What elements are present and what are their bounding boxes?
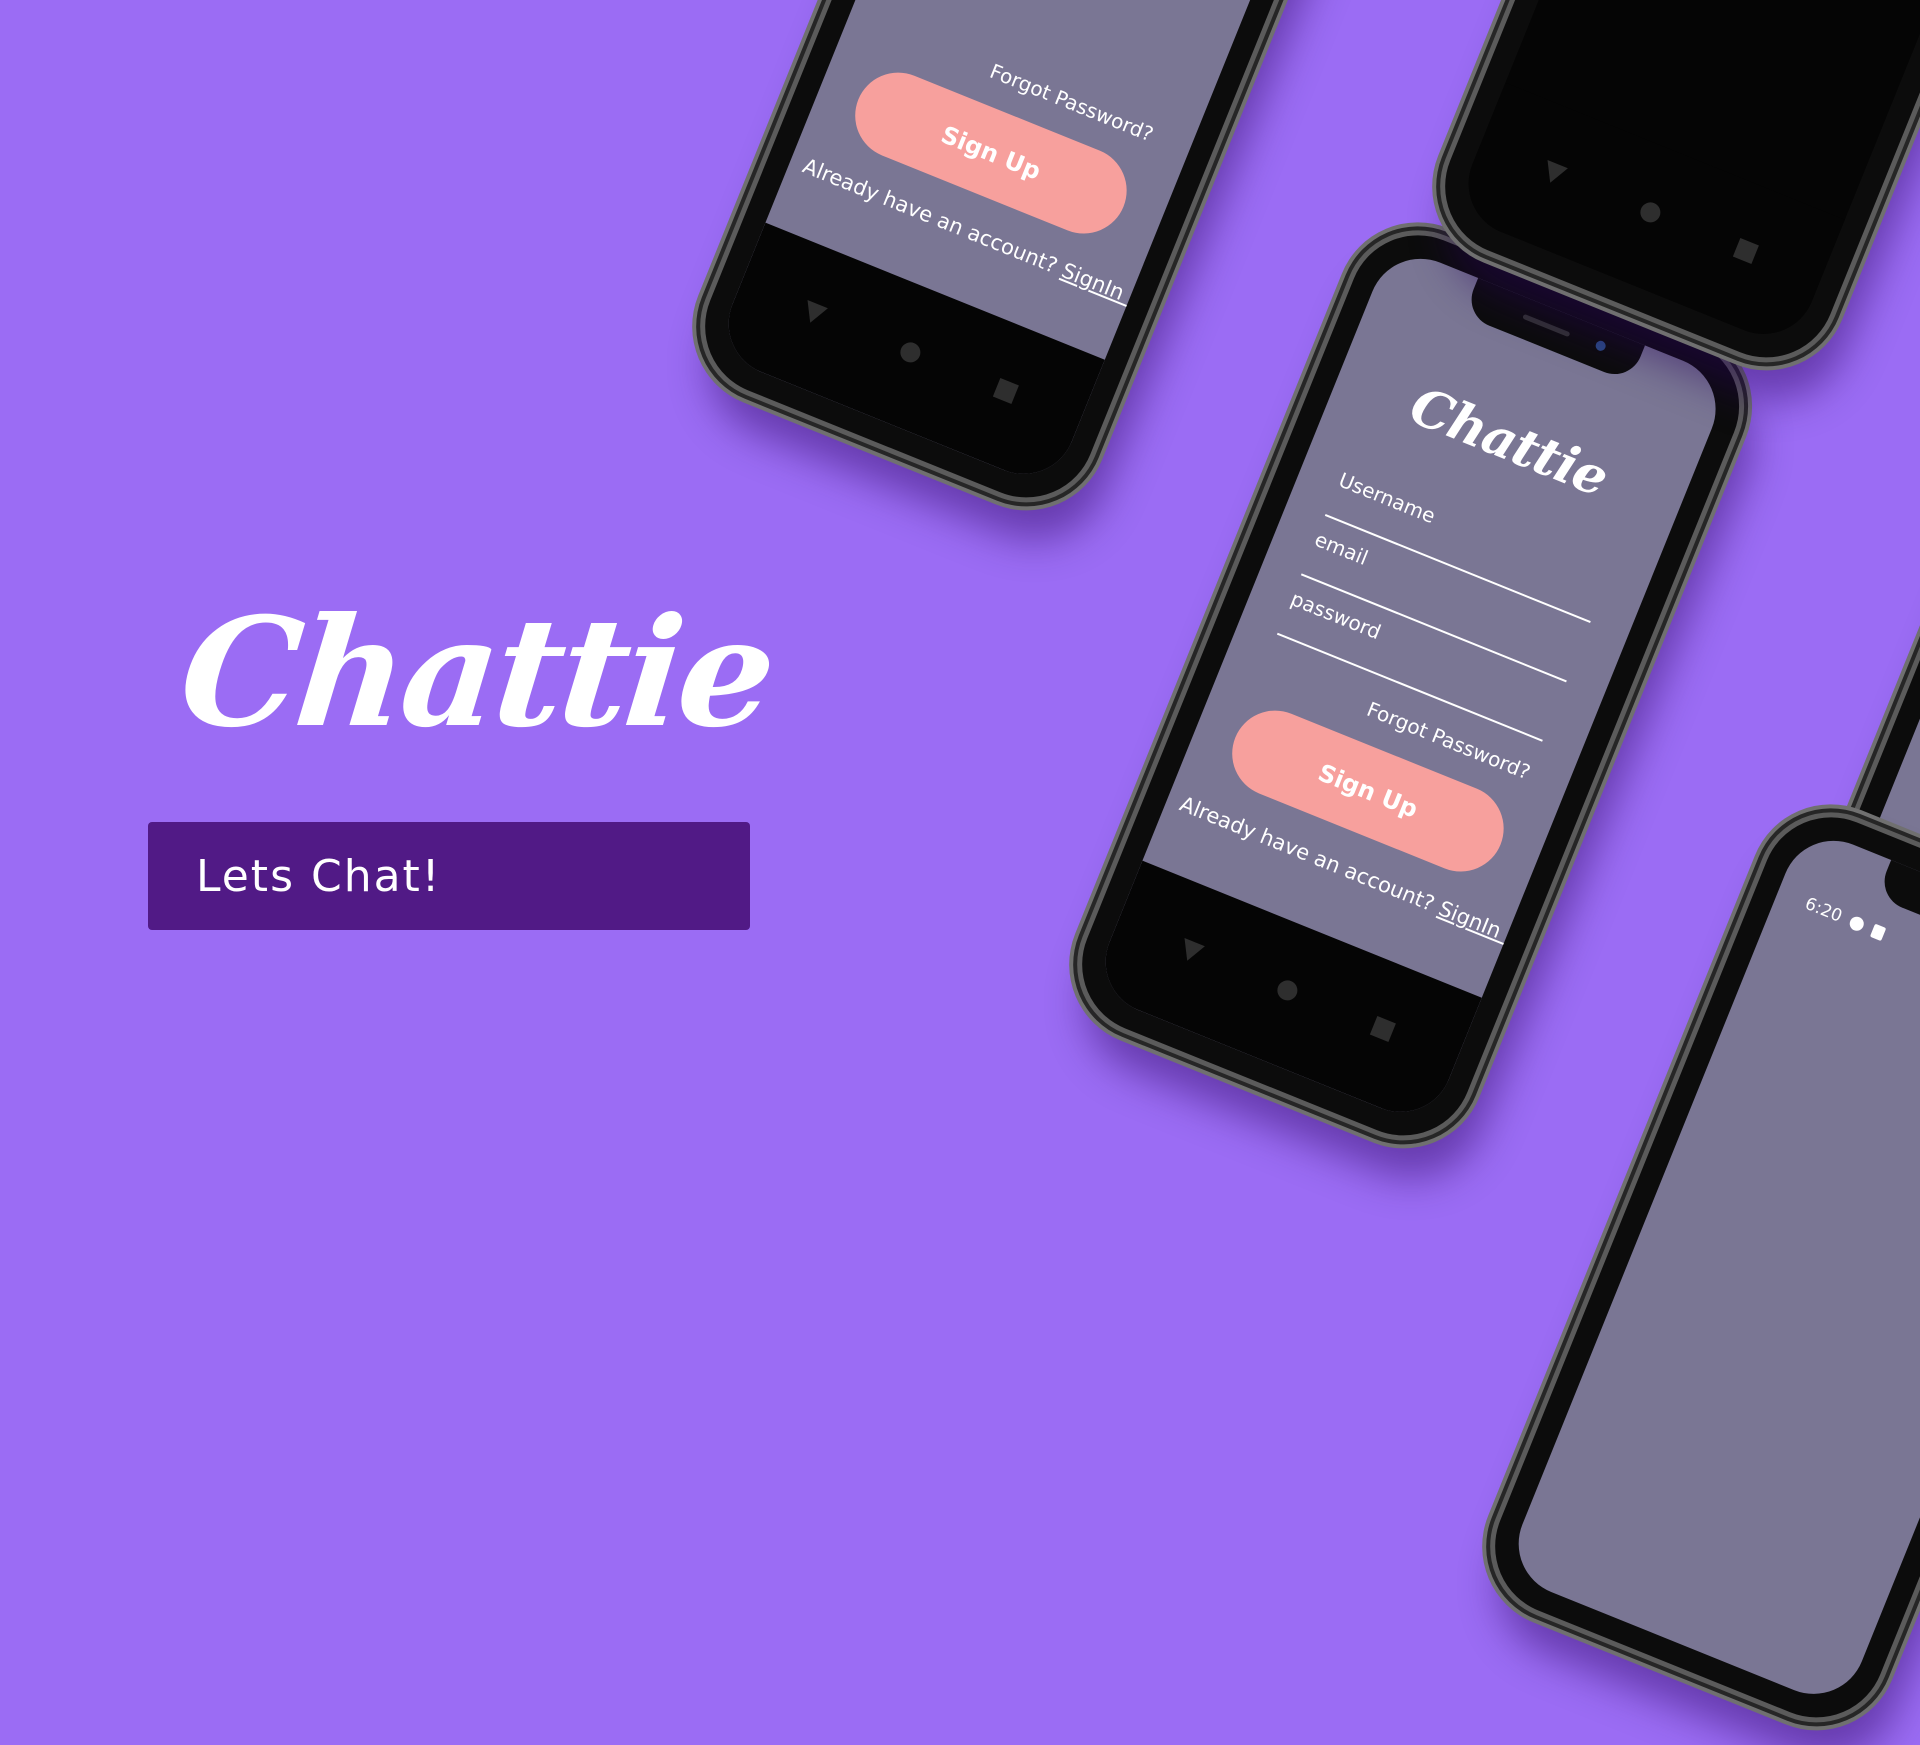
camera-icon xyxy=(1594,339,1608,353)
status-time: 6:20 xyxy=(1802,893,1845,927)
username-placeholder: Username xyxy=(1335,467,1439,529)
brand-logo: Chattie xyxy=(172,585,780,761)
recents-icon[interactable] xyxy=(1732,237,1759,265)
recents-icon[interactable] xyxy=(992,377,1019,405)
status-bar: 6:20 xyxy=(1802,894,1888,944)
top-sign-up-button[interactable]: Sign Up xyxy=(842,59,1140,247)
sim-icon xyxy=(1870,923,1887,942)
recents-icon[interactable] xyxy=(1369,1015,1396,1043)
back-icon[interactable] xyxy=(1540,160,1568,187)
email-placeholder: email xyxy=(1311,527,1372,570)
phone-main: Chattie Username email password Forgot P… xyxy=(1054,208,1767,1163)
top-signin-link[interactable]: SignIn now xyxy=(1058,258,1174,323)
phone-bottom-right-screen: 6:20 xyxy=(1502,825,1920,1710)
phone-notch xyxy=(1876,858,1920,965)
speaker-grille xyxy=(1522,313,1571,338)
back-icon[interactable] xyxy=(1177,938,1205,965)
notification-icon xyxy=(1847,914,1867,933)
home-icon[interactable] xyxy=(897,339,924,366)
lets-chat-button[interactable]: Lets Chat! xyxy=(148,822,750,930)
signin-link[interactable]: SignIn now xyxy=(1435,896,1551,961)
phone-screen: Chattie Username email password Forgot P… xyxy=(1089,243,1732,1128)
home-icon[interactable] xyxy=(1637,199,1664,226)
sign-up-button[interactable]: Sign Up xyxy=(1219,697,1517,885)
back-icon[interactable] xyxy=(800,300,828,327)
home-icon[interactable] xyxy=(1274,977,1301,1004)
phone-top-screen: Forgot Password? Sign Up Already have an… xyxy=(712,0,1355,490)
